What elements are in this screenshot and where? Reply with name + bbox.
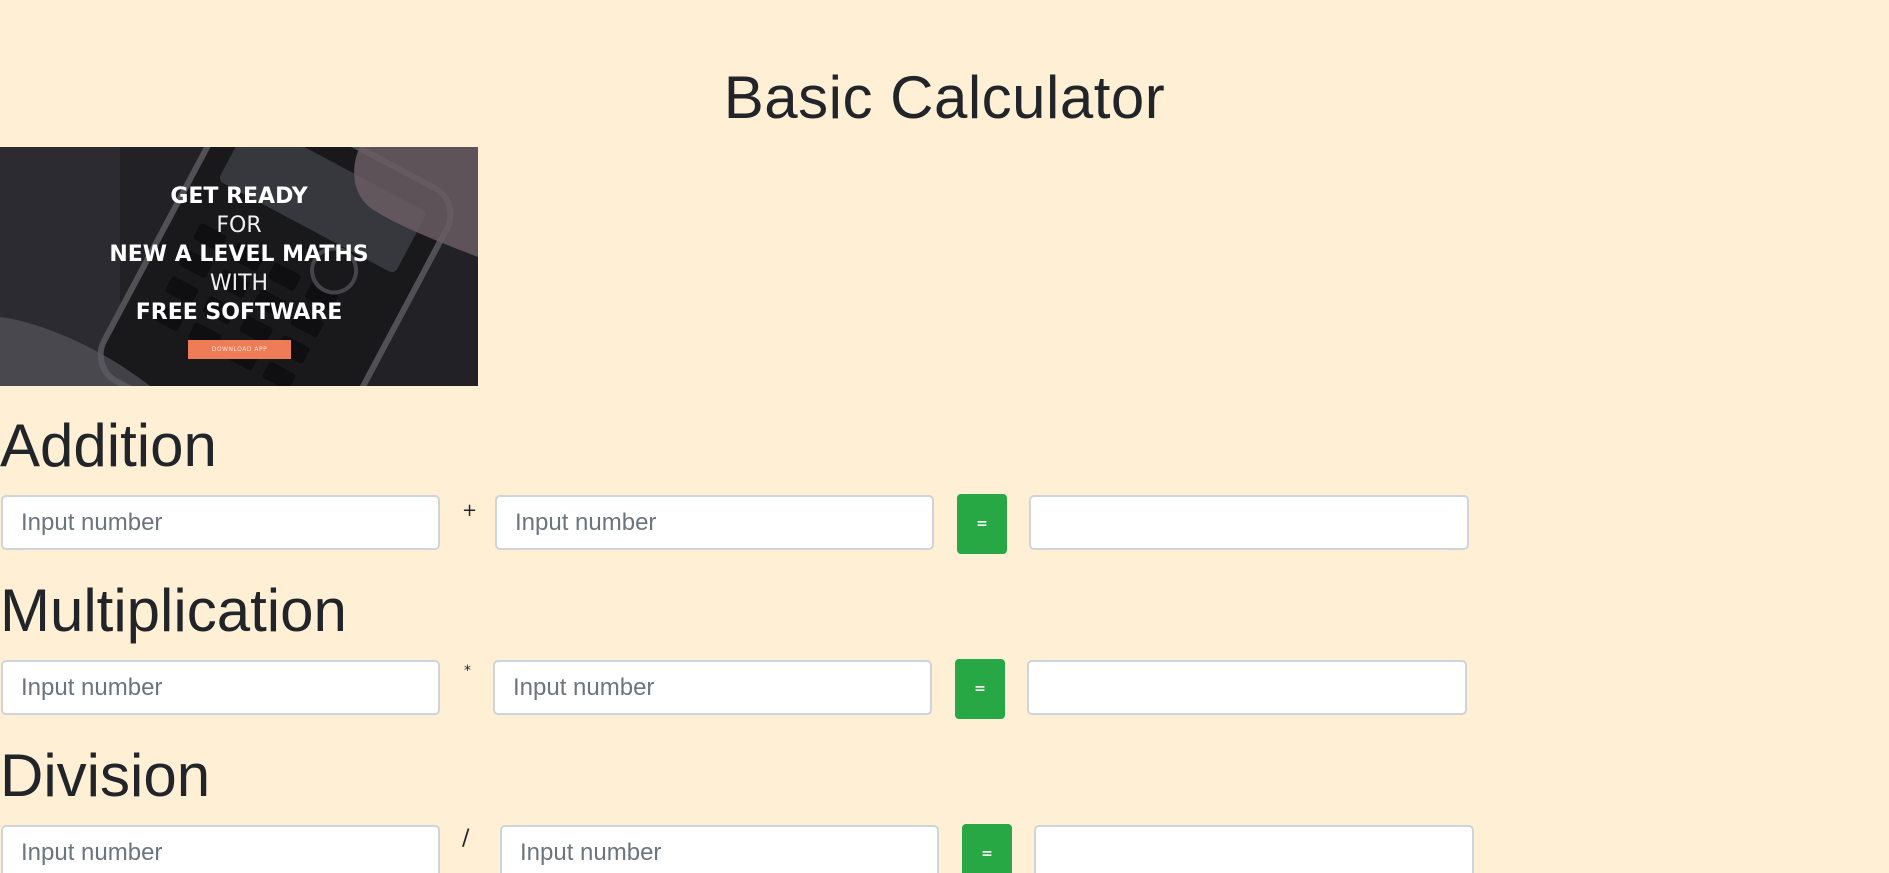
division-heading: Division [0,742,211,809]
banner-line-2: FOR [216,213,262,238]
page-title: Basic Calculator [723,64,1166,131]
page: Basic Calculator GET READY FOR NEW A LEV… [0,0,1889,873]
plus-operator: + [462,500,478,521]
addition-input-a[interactable] [1,495,440,550]
banner-line-4: WITH [209,271,269,296]
addition-equals-button[interactable]: = [957,494,1007,554]
multiplication-result-field[interactable] [1027,660,1467,715]
banner-line-5: FREE SOFTWARE [135,300,343,325]
banner-line-1: GET READY [170,184,308,209]
division-equals-button[interactable]: = [962,824,1012,873]
division-input-a[interactable] [1,825,440,873]
division-result-field[interactable] [1034,825,1474,873]
multiplication-input-b[interactable] [493,660,932,715]
addition-input-b[interactable] [495,495,934,550]
multiplication-equals-button[interactable]: = [955,659,1005,719]
download-app-button[interactable]: DOWNLOAD APP [188,340,291,359]
promo-banner-image[interactable]: GET READY FOR NEW A LEVEL MATHS WITH FRE… [0,147,478,386]
addition-heading: Addition [0,412,217,479]
multiplication-heading: Multiplication [0,577,347,644]
multiplication-input-a[interactable] [1,660,440,715]
divide-operator: / [462,826,470,851]
addition-result-field[interactable] [1029,495,1469,550]
division-input-b[interactable] [500,825,939,873]
banner-line-3: NEW A LEVEL MATHS [109,242,369,267]
multiply-operator: * [464,663,471,679]
